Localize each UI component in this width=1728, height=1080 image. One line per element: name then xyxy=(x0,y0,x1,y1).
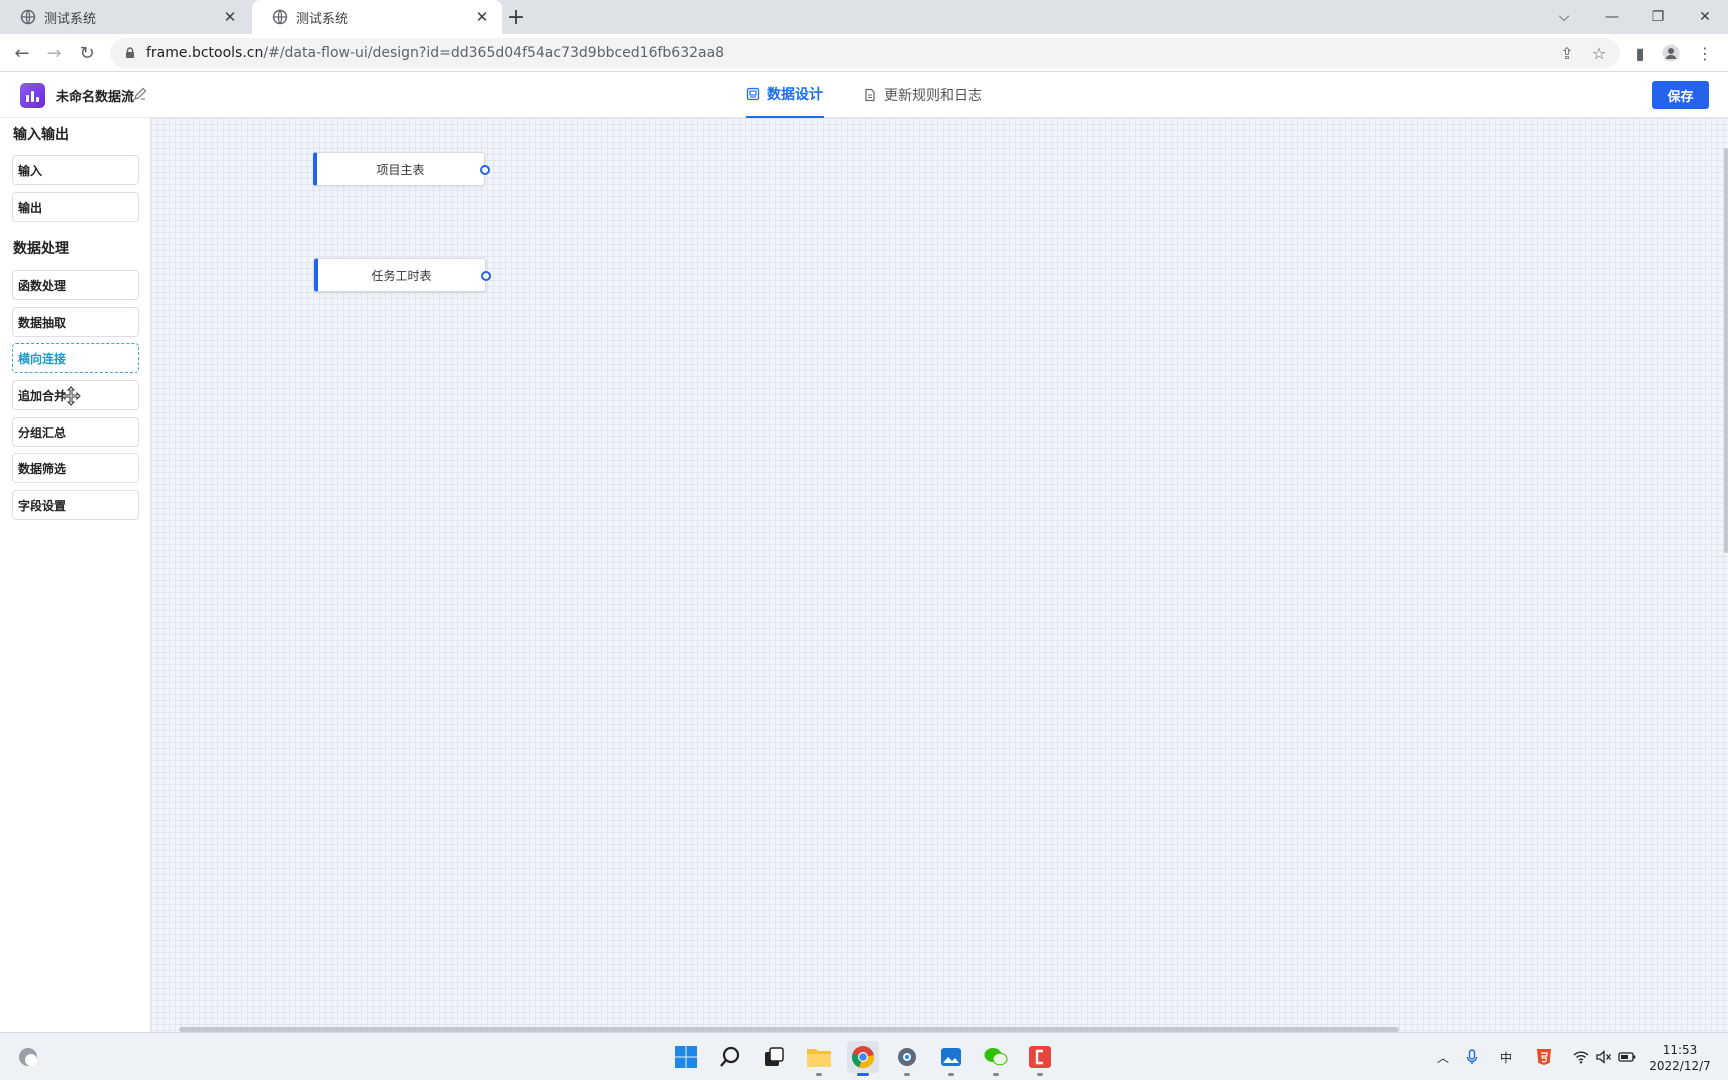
url-path: /#/data-flow-ui/design?id=dd365d04f54ac7… xyxy=(263,45,725,61)
browser-tab-2[interactable]: 测试系统 ✕ xyxy=(252,0,502,34)
vertical-scrollbar[interactable] xyxy=(1724,148,1728,553)
new-tab-button[interactable]: + xyxy=(505,5,527,30)
globe-icon xyxy=(20,9,36,25)
node-label: 项目主表 xyxy=(376,162,425,177)
minimize-button[interactable]: — xyxy=(1599,4,1625,30)
lock-icon xyxy=(126,47,134,58)
component-extract[interactable]: 数据抽取 xyxy=(12,307,139,337)
system-clock[interactable]: 11:53 2022/12/7 xyxy=(1640,1042,1720,1074)
dataflow-name: 未命名数据流 xyxy=(56,90,135,105)
back-icon[interactable]: ← xyxy=(10,41,34,65)
task-view-icon[interactable] xyxy=(758,1041,790,1073)
tab-data-design[interactable]: 数据设计 xyxy=(746,72,824,118)
section-title-io: 输入输出 xyxy=(13,127,69,143)
wechat-icon[interactable] xyxy=(980,1041,1012,1076)
running-indicator xyxy=(857,1073,869,1076)
flow-node-task-hours[interactable]: 任务工时表 xyxy=(314,258,491,292)
document-icon xyxy=(865,88,875,102)
section-title-processing: 数据处理 xyxy=(13,241,69,257)
os-taskbar: ︿ 中 11:53 2022/12/7 xyxy=(0,1032,1728,1080)
tab-label: 更新规则和日志 xyxy=(884,88,982,104)
url-host: frame.bctools.cn xyxy=(146,45,264,61)
url-text: frame.bctools.cn/#/data-flow-ui/design?i… xyxy=(146,45,724,61)
search-icon[interactable] xyxy=(714,1041,746,1073)
battery-icon[interactable] xyxy=(1617,1047,1637,1067)
address-bar[interactable]: frame.bctools.cn/#/data-flow-ui/design?i… xyxy=(110,38,1620,68)
menu-kebab-icon[interactable]: ⋮ xyxy=(1695,43,1715,63)
tab-label: 数据设计 xyxy=(767,87,823,103)
tab-search-icon[interactable]: ⌵ xyxy=(1551,4,1577,30)
forward-icon[interactable]: → xyxy=(42,41,66,65)
file-explorer-icon[interactable] xyxy=(803,1041,835,1076)
output-port[interactable] xyxy=(480,165,490,175)
component-group-summary[interactable]: 分组汇总 xyxy=(12,417,139,447)
browser-tab-strip: 测试系统 ✕ 测试系统 ✕ + ⌵ — ❐ ✕ xyxy=(0,0,1728,34)
running-indicator xyxy=(904,1073,910,1076)
microphone-icon[interactable] xyxy=(1462,1047,1482,1067)
component-field-settings[interactable]: 字段设置 xyxy=(12,490,139,520)
save-button[interactable]: 保存 xyxy=(1652,81,1709,109)
edit-name-icon[interactable] xyxy=(133,87,147,101)
settings-icon[interactable] xyxy=(891,1041,923,1076)
design-doc-icon xyxy=(746,87,760,101)
restore-button[interactable]: ❐ xyxy=(1645,4,1671,30)
tray-overflow-icon[interactable]: ︿ xyxy=(1433,1047,1453,1067)
output-port[interactable] xyxy=(481,271,491,281)
html5-app-icon[interactable] xyxy=(1534,1047,1554,1067)
component-panel: 输入输出 输入 输出 数据处理 函数处理 数据抽取 横向连接 追加合并 分组汇总… xyxy=(0,118,151,1032)
node-label: 任务工时表 xyxy=(371,268,432,283)
running-indicator xyxy=(816,1073,822,1076)
component-output[interactable]: 输出 xyxy=(12,192,139,222)
app-header: 未命名数据流 数据设计 更新规则和日志 保存 xyxy=(0,72,1728,118)
globe-icon xyxy=(272,9,288,25)
move-cursor-icon xyxy=(61,386,81,406)
ime-indicator[interactable]: 中 xyxy=(1496,1047,1516,1067)
close-tab-icon[interactable]: ✕ xyxy=(222,8,238,26)
app-red-icon[interactable] xyxy=(1024,1041,1056,1076)
tab-title: 测试系统 xyxy=(296,11,349,27)
profile-avatar-icon[interactable] xyxy=(1661,43,1681,63)
browser-toolbar: ← → ↻ frame.bctools.cn/#/data-flow-ui/de… xyxy=(0,34,1728,72)
share-icon[interactable]: ⇪ xyxy=(1557,43,1577,63)
browser-tab-1[interactable]: 测试系统 ✕ xyxy=(0,0,250,34)
start-icon[interactable] xyxy=(670,1041,702,1073)
component-function[interactable]: 函数处理 xyxy=(12,270,139,300)
app-logo-icon xyxy=(20,83,45,108)
running-indicator xyxy=(948,1073,954,1076)
clock-time: 11:53 xyxy=(1662,1043,1698,1057)
running-indicator xyxy=(1037,1073,1043,1076)
weather-widget-icon[interactable] xyxy=(12,1041,44,1073)
component-data-filter[interactable]: 数据筛选 xyxy=(12,453,139,483)
side-panel-icon[interactable]: ▮ xyxy=(1630,43,1650,63)
reload-icon[interactable]: ↻ xyxy=(75,41,99,65)
photos-icon[interactable] xyxy=(935,1041,967,1076)
component-input[interactable]: 输入 xyxy=(12,155,139,185)
clock-date: 2022/12/7 xyxy=(1649,1059,1711,1073)
component-horizontal-join[interactable]: 横向连接 xyxy=(12,343,139,373)
flow-canvas[interactable]: 项目主表 任务工时表 xyxy=(151,118,1728,1032)
running-indicator xyxy=(993,1073,999,1076)
volume-muted-icon[interactable] xyxy=(1594,1047,1614,1067)
tab-title: 测试系统 xyxy=(44,11,97,27)
chrome-icon[interactable] xyxy=(847,1041,879,1076)
close-window-button[interactable]: ✕ xyxy=(1692,4,1718,30)
bookmark-star-icon[interactable]: ☆ xyxy=(1589,43,1609,63)
tab-update-rules-log[interactable]: 更新规则和日志 xyxy=(863,72,982,118)
flow-node-project-main[interactable]: 项目主表 xyxy=(313,152,490,186)
wifi-icon[interactable] xyxy=(1571,1047,1591,1067)
close-tab-icon[interactable]: ✕ xyxy=(474,8,490,26)
